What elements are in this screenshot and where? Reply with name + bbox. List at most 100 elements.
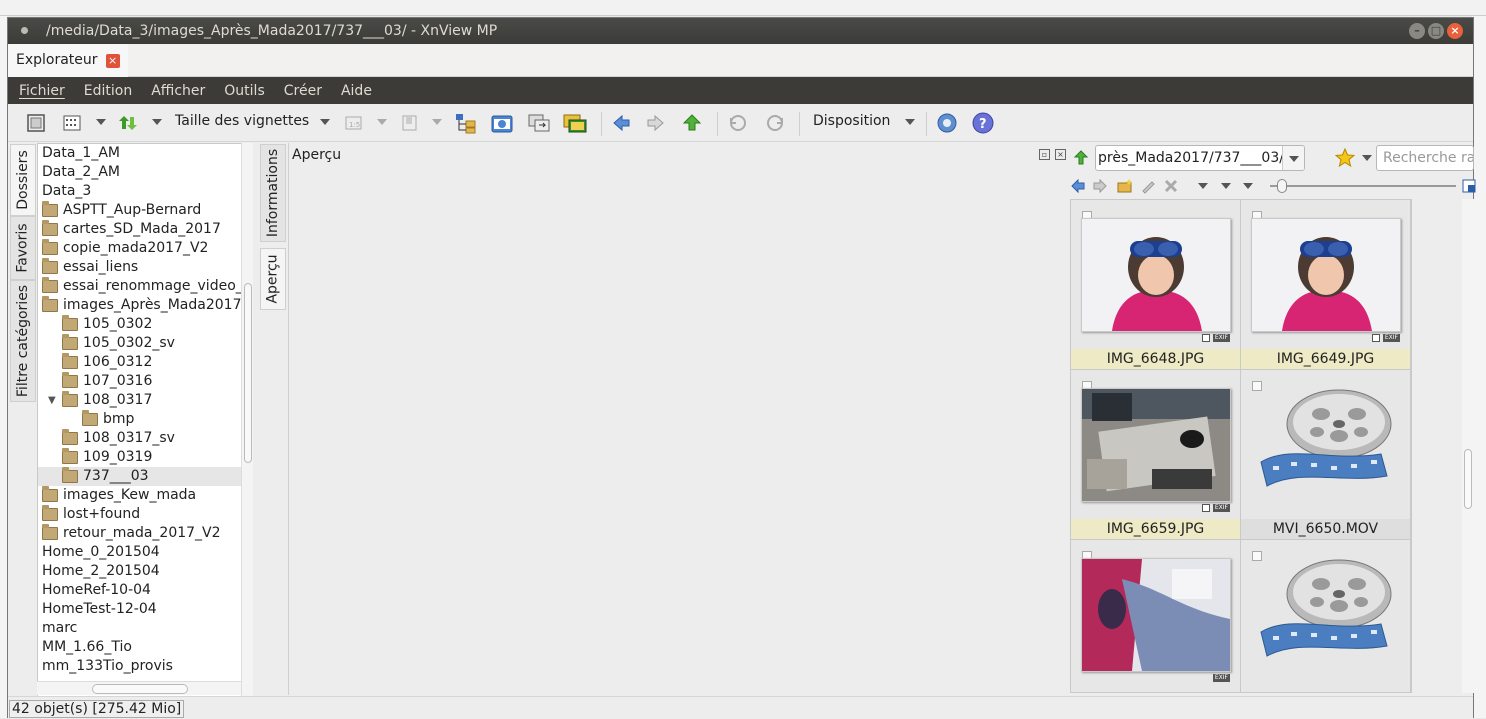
tab-apercu[interactable]: Aperçu (260, 248, 286, 310)
title-bar[interactable]: /media/Data_3/images_Après_Mada2017/737_… (8, 18, 1473, 44)
menu-afficher[interactable]: Afficher (151, 83, 205, 99)
search-input[interactable]: Recherche ra (1376, 145, 1474, 171)
folder-tree-item[interactable]: essai_liens (38, 258, 251, 277)
thumbnail-cell[interactable]: EXIF IMG_6648.JPG (1071, 200, 1241, 370)
menu-creer[interactable]: Créer (284, 83, 322, 99)
folder-tree-item[interactable]: Data_2_AM (38, 163, 251, 182)
slideshow-button[interactable] (562, 112, 588, 134)
sort-dropdown[interactable] (152, 119, 162, 125)
settings-button[interactable] (936, 112, 958, 134)
delete-icon[interactable] (1163, 178, 1179, 194)
new-folder-icon[interactable] (1117, 178, 1133, 194)
folder-tree-hscrollbar[interactable] (37, 681, 241, 695)
folder-tree-item[interactable]: Home_0_201504 (38, 543, 251, 562)
thumbnail-cell[interactable]: EXIF (1071, 540, 1241, 692)
menu-aide[interactable]: Aide (341, 83, 372, 99)
thumbnail-scroll-thumb[interactable] (1464, 449, 1472, 509)
folder-tree-item[interactable]: 737___03 (38, 467, 251, 486)
preview-close-button[interactable]: × (1055, 149, 1066, 160)
folder-tree-item[interactable]: retour_mada_2017_V2 (38, 524, 251, 543)
thumbnail-cell[interactable]: EXIF IMG_6649.JPG (1241, 200, 1411, 370)
next-button[interactable] (645, 112, 667, 134)
folder-tree-item[interactable]: 109_0319 (38, 448, 251, 467)
rotate-left-button[interactable] (727, 112, 749, 134)
folder-tree-item[interactable]: Data_1_AM (38, 144, 251, 163)
thumbnail-size-label[interactable]: Taille des vignettes (175, 113, 309, 129)
path-history-dropdown[interactable] (1282, 146, 1304, 170)
folder-tree-item[interactable]: marc (38, 619, 251, 638)
path-input[interactable]: près_Mada2017/737___03/ (1095, 145, 1305, 171)
preview-float-button[interactable]: ▫ (1039, 149, 1050, 160)
menu-fichier[interactable]: Fichier (19, 83, 65, 99)
rename-icon[interactable] (1140, 178, 1156, 194)
close-tab-icon[interactable]: × (105, 53, 120, 68)
tab-filtre-categories[interactable]: Filtre catégories (10, 280, 36, 402)
folder-tree-item[interactable]: ASPTT_Aup-Bernard (38, 201, 251, 220)
folder-tree-button[interactable] (454, 112, 478, 134)
sort-order-dropdown[interactable] (1221, 183, 1231, 189)
folder-tree-item[interactable]: MM_1.66_Tio (38, 638, 251, 657)
minimize-button[interactable]: – (1409, 23, 1425, 39)
folder-tree-item[interactable]: 105_0302_sv (38, 334, 251, 353)
tab-explorer[interactable]: Explorateur × (8, 44, 128, 77)
favorite-star-icon[interactable] (1335, 148, 1355, 168)
folder-tree-item[interactable]: cartes_SD_Mada_2017 (38, 220, 251, 239)
thumbnail-cell[interactable]: MVI_6650.MOV (1241, 370, 1411, 540)
sort-button[interactable] (117, 112, 139, 134)
folder-tree-item[interactable]: images_Kew_mada (38, 486, 251, 505)
thumbnail-size-slider[interactable] (1270, 185, 1456, 187)
capture-button[interactable] (490, 112, 514, 134)
folder-tree-item[interactable]: HomeRef-10-04 (38, 581, 251, 600)
previous-button[interactable] (610, 112, 632, 134)
folder-tree-item[interactable]: 108_0317_sv (38, 429, 251, 448)
parent-folder-button[interactable] (681, 112, 703, 134)
tab-informations[interactable]: Informations (260, 144, 286, 242)
favorites-dropdown[interactable] (1362, 155, 1372, 161)
folder-tree-item[interactable]: Data_3 (38, 182, 251, 201)
expand-toggle-icon[interactable]: ▼ (48, 391, 56, 410)
folder-tree-item[interactable]: essai_renommage_video_ (38, 277, 251, 296)
maximize-button[interactable]: □ (1428, 23, 1444, 39)
close-window-button[interactable]: × (1447, 23, 1463, 39)
menu-outils[interactable]: Outils (224, 83, 264, 99)
back-arrow-icon[interactable] (1070, 178, 1086, 194)
layout-label[interactable]: Disposition (813, 113, 890, 129)
thumbnail-size-slider-handle[interactable] (1277, 179, 1287, 193)
folder-tree-item[interactable]: copie_mada2017_V2 (38, 239, 251, 258)
folder-tree-item[interactable]: Home_2_201504 (38, 562, 251, 581)
thumbnail-size-dropdown[interactable] (320, 119, 330, 125)
menu-edition[interactable]: Edition (84, 83, 132, 99)
window-menu-icon[interactable] (21, 27, 28, 34)
folder-tree-item[interactable]: 106_0312 (38, 353, 251, 372)
thumbnail-scrollbar[interactable] (1462, 199, 1474, 693)
folder-tree-item[interactable]: 107_0316 (38, 372, 251, 391)
compare-button[interactable]: 1:5 (343, 112, 365, 134)
bookmark-dropdown[interactable] (432, 119, 442, 125)
folder-tree-item[interactable]: ▼ 108_0317 (38, 391, 251, 410)
refresh-path-icon[interactable] (1072, 149, 1090, 167)
view-mode-button[interactable] (61, 112, 83, 134)
folder-tree-item[interactable]: images_Après_Mada2017 (38, 296, 251, 315)
filter-dropdown[interactable] (1198, 183, 1208, 189)
forward-arrow-icon[interactable] (1092, 178, 1108, 194)
folder-tree-item[interactable]: HomeTest-12-04 (38, 600, 251, 619)
thumbnail-cell[interactable] (1241, 540, 1411, 692)
bookmark-button[interactable] (399, 112, 421, 134)
large-thumbnail-icon[interactable] (1462, 179, 1476, 193)
rotate-right-button[interactable] (764, 112, 786, 134)
folder-tree-scrollbar[interactable] (241, 143, 253, 699)
tab-favoris[interactable]: Favoris (10, 216, 36, 280)
help-button[interactable]: ? (972, 112, 994, 134)
fullscreen-button[interactable] (25, 112, 47, 134)
view-mode-dropdown[interactable] (96, 119, 106, 125)
view-options-dropdown[interactable] (1243, 183, 1253, 189)
layout-dropdown[interactable] (905, 119, 915, 125)
folder-tree-hscroll-thumb[interactable] (92, 684, 188, 694)
folder-tree-item[interactable]: bmp (38, 410, 251, 429)
folder-tree-item[interactable]: mm_133Tio_provis (38, 657, 251, 676)
folder-tree-item[interactable]: 105_0302 (38, 315, 251, 334)
tab-dossiers[interactable]: Dossiers (10, 144, 36, 216)
thumbnail-cell[interactable]: EXIF IMG_6659.JPG (1071, 370, 1241, 540)
convert-button[interactable] (527, 112, 551, 134)
folder-tree-item[interactable]: lost+found (38, 505, 251, 524)
